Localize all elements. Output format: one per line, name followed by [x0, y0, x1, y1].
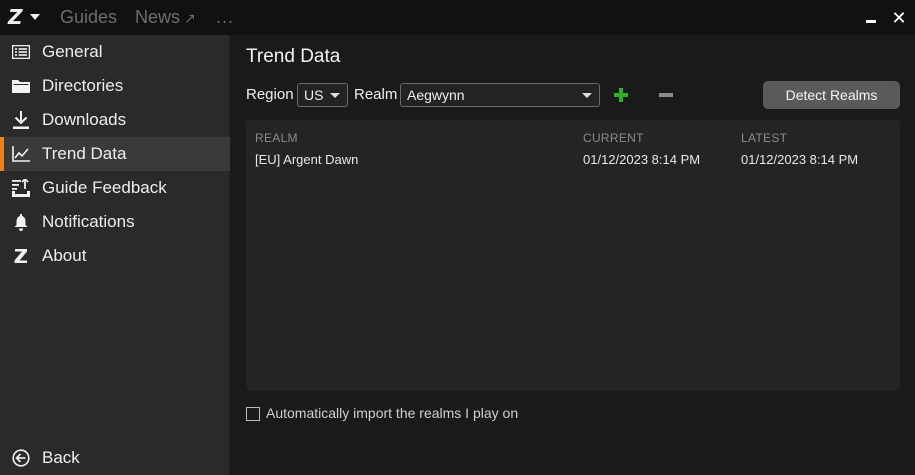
minimize-button[interactable] [860, 8, 882, 28]
column-header-latest[interactable]: LATEST [741, 131, 787, 145]
app-menu-button[interactable]: Z [8, 5, 48, 29]
sidebar-item-label: Trend Data [42, 144, 127, 163]
realm-select[interactable]: Aegwynn [400, 83, 600, 107]
chart-line-icon [12, 145, 30, 163]
sidebar-item-label: Downloads [42, 110, 127, 129]
column-header-realm[interactable]: REALM [255, 131, 298, 145]
sidebar: General Directories Downloads Trend Data… [0, 35, 230, 475]
sidebar-item-downloads[interactable]: Downloads [0, 103, 230, 137]
sidebar-item-general[interactable]: General [0, 35, 230, 69]
z-logo-icon [12, 247, 30, 265]
sidebar-item-guide-feedback[interactable]: Guide Feedback [0, 171, 230, 205]
sidebar-item-trend-data[interactable]: Trend Data [0, 137, 230, 171]
chevron-down-icon [582, 93, 592, 98]
chevron-down-icon [330, 93, 340, 98]
page-title: Trend Data [246, 46, 341, 67]
sidebar-item-label: About [42, 246, 87, 265]
sidebar-item-label: Guide Feedback [42, 178, 167, 197]
remove-realm-button[interactable] [657, 86, 675, 104]
sidebar-item-label: General [42, 42, 103, 61]
download-icon [12, 111, 30, 129]
back-button[interactable]: Back [0, 441, 230, 475]
back-label: Back [42, 448, 80, 467]
sidebar-item-label: Notifications [42, 212, 135, 231]
caret-down-icon [29, 14, 40, 20]
sidebar-item-directories[interactable]: Directories [0, 69, 230, 103]
cell-current: 01/12/2023 8:14 PM [583, 152, 701, 167]
region-value: US [304, 87, 324, 103]
detect-realms-button[interactable]: Detect Realms [763, 81, 900, 109]
feedback-upload-icon [12, 179, 30, 197]
realm-value: Aegwynn [407, 87, 465, 103]
sidebar-item-about[interactable]: About [0, 239, 230, 273]
cell-latest: 01/12/2023 8:14 PM [741, 152, 859, 167]
bell-icon [12, 213, 30, 231]
folder-icon [12, 77, 30, 95]
list-icon [12, 43, 30, 61]
tab-more[interactable]: ... [216, 7, 234, 27]
external-link-icon: ↗ [184, 10, 196, 26]
realm-label: Realm [354, 86, 398, 103]
title-bar: Z Guides News ↗ ... ✕ [0, 0, 915, 35]
region-select[interactable]: US [297, 83, 348, 107]
add-realm-button[interactable] [612, 86, 630, 104]
sidebar-item-label: Directories [42, 76, 124, 95]
cell-realm: [EU] Argent Dawn [255, 152, 359, 167]
tab-news[interactable]: News ↗ [135, 7, 196, 28]
tab-news-label: News [135, 7, 181, 27]
auto-import-checkbox[interactable] [246, 407, 260, 421]
app-logo-icon: Z [8, 5, 23, 29]
close-button[interactable]: ✕ [888, 8, 910, 28]
back-arrow-circle-icon [12, 449, 30, 467]
column-header-current[interactable]: CURRENT [583, 131, 644, 145]
auto-import-label[interactable]: Automatically import the realms I play o… [266, 405, 518, 421]
sidebar-item-notifications[interactable]: Notifications [0, 205, 230, 239]
realm-table: REALM CURRENT LATEST [EU] Argent Dawn 01… [246, 120, 900, 391]
region-label: Region [246, 86, 294, 103]
tab-guides[interactable]: Guides [60, 7, 117, 27]
